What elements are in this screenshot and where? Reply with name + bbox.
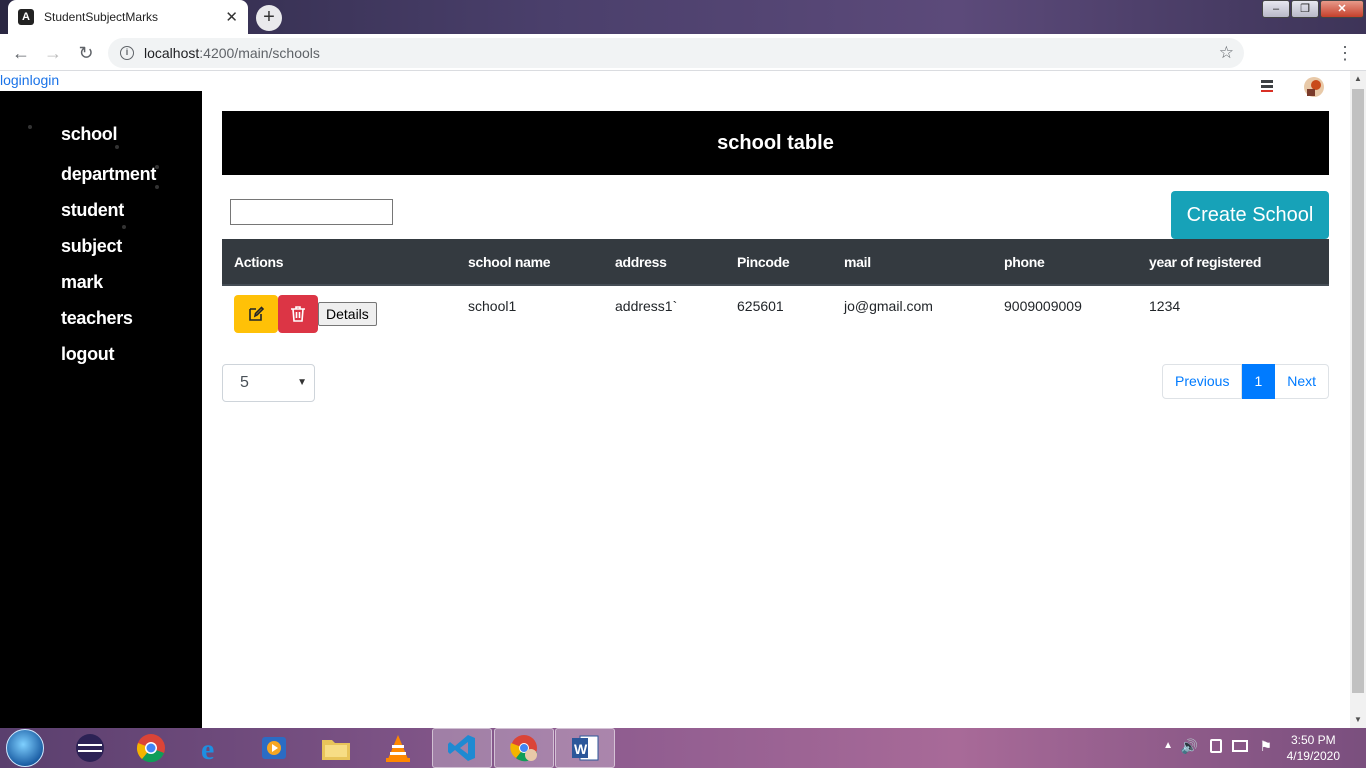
svg-text:e: e [201, 733, 214, 764]
sidebar-item-student[interactable]: student [61, 200, 124, 221]
clock[interactable]: 3:50 PM 4/19/2020 [1287, 732, 1340, 764]
reload-icon[interactable]: ↻ [73, 40, 99, 66]
maximize-button[interactable]: ❐ [1291, 0, 1319, 18]
decorative-dot [28, 125, 32, 129]
school-name-cell: school1 [468, 298, 517, 314]
url-text: localhost:4200/main/schools [144, 45, 320, 61]
network-icon[interactable] [1232, 740, 1248, 752]
vscode-icon[interactable] [432, 728, 492, 768]
security-icon[interactable] [1210, 739, 1222, 753]
next-page-button[interactable]: Next [1275, 364, 1330, 399]
trash-icon [291, 306, 305, 322]
address-cell: address1` [615, 298, 678, 314]
column-header-mail: mail [832, 239, 992, 286]
minimize-button[interactable]: – [1262, 0, 1290, 18]
svg-text:W: W [574, 741, 588, 757]
pagination: Previous 1 Next [1162, 364, 1330, 399]
page-size-select[interactable]: 5 ▼ [222, 364, 315, 402]
decorative-dot [122, 225, 126, 229]
media-player-icon[interactable] [244, 728, 304, 768]
scroll-down-icon[interactable]: ▼ [1350, 712, 1366, 728]
sidebar-item-department[interactable]: department [61, 164, 156, 185]
clock-date: 4/19/2020 [1286, 749, 1340, 763]
scroll-up-icon[interactable]: ▲ [1350, 71, 1366, 87]
year-cell: 1234 [1149, 298, 1181, 314]
file-explorer-icon[interactable] [306, 728, 366, 768]
page-1-button[interactable]: 1 [1242, 364, 1276, 399]
column-header-school-name: school name [456, 239, 603, 286]
windows-taskbar: e W ▲ 🔊 ⚑ 3:50 PM 4/19/2020 [0, 728, 1366, 768]
column-header-address: address [603, 239, 725, 286]
page-title: school table [222, 111, 1329, 175]
edit-button[interactable] [234, 295, 278, 333]
windows-start-button[interactable] [6, 729, 44, 767]
column-header-year: year of registered [1137, 239, 1329, 286]
browser-toolbar: ← → ↻ i localhost:4200/main/schools ☆ ⋮ [0, 34, 1366, 97]
delete-button[interactable] [278, 295, 318, 333]
browser-tab[interactable]: A StudentSubjectMarks ✕ [8, 0, 248, 34]
sidebar-item-mark[interactable]: mark [61, 272, 103, 293]
clock-time: 3:50 PM [1290, 733, 1336, 747]
forward-arrow-icon[interactable]: → [40, 40, 66, 66]
chrome-icon[interactable] [121, 728, 181, 768]
internet-explorer-icon[interactable]: e [183, 728, 243, 768]
schools-table: Actions school name address Pincode mail… [222, 239, 1329, 341]
angular-icon: A [18, 9, 34, 25]
profile-avatar-icon[interactable] [1303, 76, 1325, 98]
sidebar-item-logout[interactable]: logout [61, 344, 114, 365]
sidebar-item-school[interactable]: school [61, 124, 118, 145]
decorative-dot [155, 185, 159, 189]
chrome-window-icon[interactable] [494, 728, 554, 768]
tab-close-icon[interactable]: ✕ [225, 8, 238, 26]
close-window-button[interactable]: ✕ [1320, 0, 1364, 18]
new-tab-button[interactable]: + [256, 5, 282, 31]
search-input[interactable] [230, 199, 393, 225]
browser-titlebar: A StudentSubjectMarks ✕ + – ❐ ✕ [0, 0, 1366, 34]
eclipse-icon[interactable] [60, 728, 120, 768]
tab-title: StudentSubjectMarks [44, 10, 159, 24]
vlc-icon[interactable] [368, 728, 428, 768]
decorative-dot [115, 145, 119, 149]
pincode-cell: 625601 [737, 298, 784, 314]
sidebar-item-teachers[interactable]: teachers [61, 308, 133, 329]
bookmark-star-icon[interactable]: ☆ [1219, 43, 1234, 63]
details-button[interactable]: Details [318, 302, 377, 326]
page-size-value: 5 [240, 374, 249, 391]
word-icon[interactable]: W [555, 728, 615, 768]
phone-cell: 9009009009 [1004, 298, 1082, 314]
sidebar: school department student subject mark t… [0, 91, 202, 728]
action-center-flag-icon[interactable]: ⚑ [1259, 738, 1272, 755]
sidebar-item-subject[interactable]: subject [61, 236, 122, 257]
column-header-phone: phone [992, 239, 1137, 286]
caret-down-icon: ▼ [297, 377, 307, 388]
previous-page-button[interactable]: Previous [1162, 364, 1243, 399]
info-icon[interactable]: i [120, 46, 134, 60]
show-hidden-icons-icon[interactable]: ▲ [1163, 740, 1173, 751]
create-school-button[interactable]: Create School [1171, 191, 1329, 239]
extension-icon[interactable] [1258, 77, 1276, 95]
address-bar[interactable]: i localhost:4200/main/schools ☆ [108, 38, 1244, 68]
page-scrollbar[interactable]: ▲ ▼ [1350, 71, 1366, 728]
browser-menu-icon[interactable]: ⋮ [1332, 40, 1358, 66]
actions-cell: Details [222, 285, 456, 341]
login-link[interactable]: loginlogin [0, 71, 59, 91]
window-controls: – ❐ ✕ [1261, 0, 1364, 18]
table-row: Details school1 address1` 625601 jo@gmai… [222, 285, 1329, 341]
volume-icon[interactable]: 🔊 [1181, 738, 1198, 755]
edit-icon [249, 306, 265, 321]
column-header-actions: Actions [222, 239, 456, 286]
scrollbar-thumb[interactable] [1352, 89, 1364, 693]
table-header-row: Actions school name address Pincode mail… [222, 239, 1329, 286]
back-arrow-icon[interactable]: ← [8, 40, 34, 66]
mail-cell: jo@gmail.com [844, 298, 933, 314]
column-header-pincode: Pincode [725, 239, 832, 286]
